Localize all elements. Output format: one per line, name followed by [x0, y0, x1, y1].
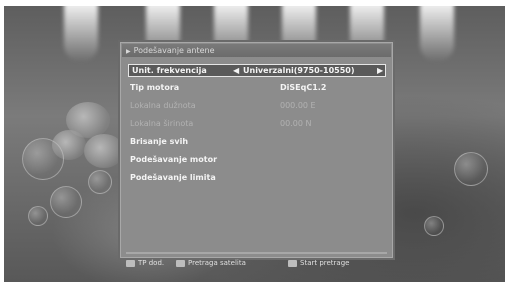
footer-item-satellite-search[interactable]: Pretraga satelita	[176, 258, 246, 269]
dialog-title: Podešavanje antene	[133, 46, 215, 55]
blue-key-icon	[288, 259, 297, 267]
chevron-left-icon[interactable]: ◀	[233, 65, 239, 77]
motor-type-row[interactable]: Tip motora DiSEqC1.2	[130, 82, 384, 94]
local-latitude-row: Lokalna širinota 00.00 N	[130, 118, 384, 130]
row-value: 00.00 N	[280, 119, 312, 128]
dialog-divider	[126, 252, 387, 254]
row-label: Podešavanje motor	[130, 155, 218, 164]
spotlight-beam	[64, 6, 98, 62]
row-value: 000.00 E	[280, 101, 316, 110]
footer-start-label: Start pretrage	[300, 259, 350, 267]
motor-setup-row[interactable]: Podešavanje motor	[130, 154, 384, 166]
row-label: Brisanje svih	[130, 137, 189, 146]
row-value: Univerzalni(9750-10550)	[243, 66, 355, 75]
spotlight-beam	[420, 6, 454, 62]
row-label: Lokalna dužnota	[130, 101, 196, 110]
footer-item-start-search[interactable]: Start pretrage	[288, 258, 349, 269]
footer-tp-label: TP dod.	[138, 259, 165, 267]
bubble-decoration	[22, 138, 64, 180]
row-label: Unit. frekvencija	[132, 66, 207, 75]
chevron-right-icon[interactable]: ▶	[377, 65, 383, 77]
row-value: DiSEqC1.2	[280, 83, 327, 92]
footer-help-bar: TP dod. Pretraga satelita Start pretrage	[126, 258, 386, 269]
footer-item-tp[interactable]: TP dod.	[126, 258, 164, 269]
green-key-icon	[176, 259, 185, 267]
footer-sat-label: Pretraga satelita	[188, 259, 246, 267]
row-label: Lokalna širinota	[130, 119, 194, 128]
red-key-icon	[126, 259, 135, 267]
bubble-decoration	[28, 206, 48, 226]
limit-setup-row[interactable]: Podešavanje limita	[130, 172, 384, 184]
bubble-decoration	[454, 152, 488, 186]
row-label: Podešavanje limita	[130, 173, 216, 182]
row-label: Tip motora	[130, 83, 180, 92]
local-longitude-row: Lokalna dužnota 000.00 E	[130, 100, 384, 112]
antenna-settings-dialog: ▶ Podešavanje antene Unit. frekvencija ◀ …	[118, 40, 395, 260]
bubble-decoration	[424, 216, 444, 236]
bubble-decoration	[88, 170, 112, 194]
menu-arrow-icon: ▶	[126, 48, 131, 55]
lnb-frequency-row[interactable]: Unit. frekvencija ◀ Univerzalni(9750-105…	[128, 64, 386, 77]
dialog-title-bar: ▶ Podešavanje antene	[122, 44, 391, 57]
bubble-decoration	[50, 186, 82, 218]
delete-all-row[interactable]: Brisanje svih	[130, 136, 384, 148]
